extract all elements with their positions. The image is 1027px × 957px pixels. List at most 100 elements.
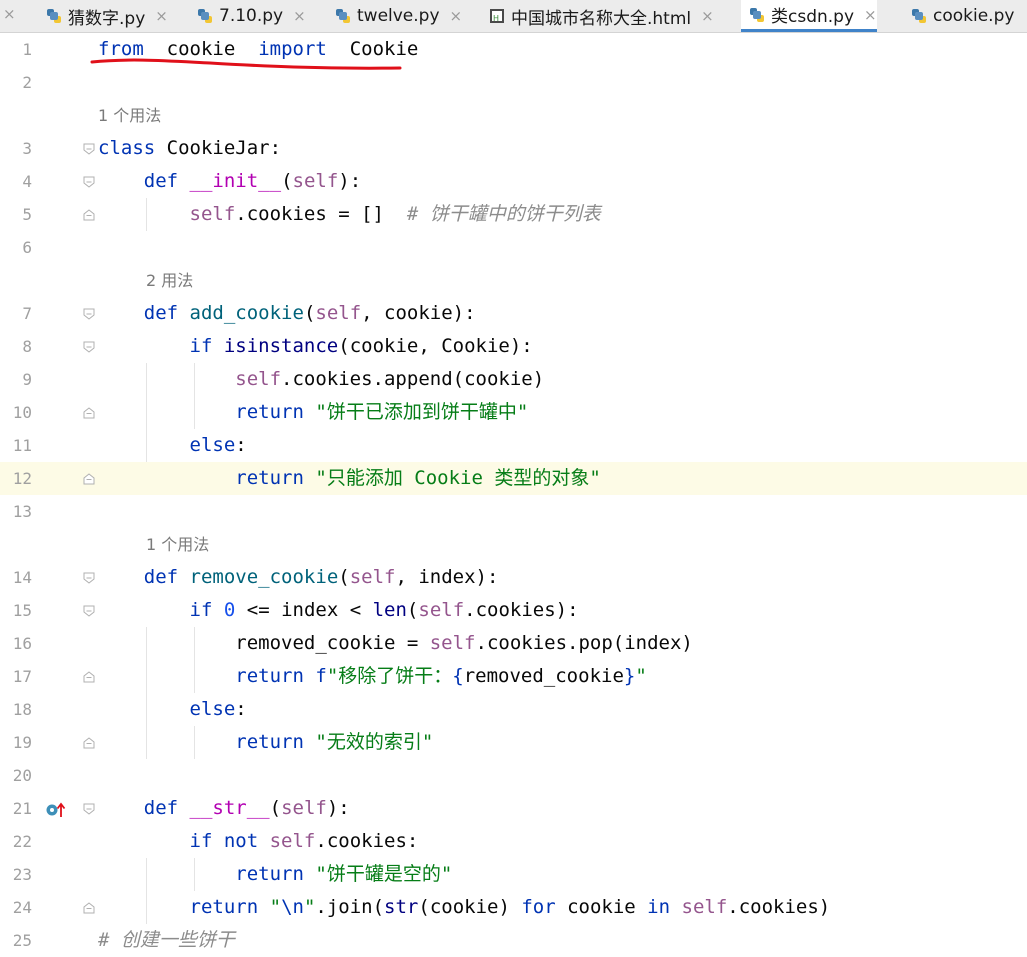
tab-cookie[interactable]: cookie.py bbox=[903, 0, 1014, 32]
fold-end-icon[interactable] bbox=[83, 902, 95, 914]
code-line[interactable]: 10 return "饼干已添加到饼干罐中" bbox=[0, 396, 1027, 429]
code-line[interactable]: 14 def remove_cookie(self, index): bbox=[0, 561, 1027, 594]
code-line[interactable]: 20 bbox=[0, 759, 1027, 792]
code-line[interactable]: 5 self.cookies = [] # 饼干罐中的饼干列表 bbox=[0, 198, 1027, 231]
fold-open-icon[interactable] bbox=[83, 143, 95, 155]
line-number[interactable]: 17 bbox=[0, 660, 32, 693]
code-line[interactable]: 18 else: bbox=[0, 693, 1027, 726]
fold-open-icon[interactable] bbox=[83, 572, 95, 584]
fold-open-icon[interactable] bbox=[83, 176, 95, 188]
close-icon[interactable]: × bbox=[701, 7, 714, 25]
code-token: self bbox=[429, 632, 476, 654]
line-number[interactable]: 18 bbox=[0, 693, 32, 726]
line-number[interactable]: 23 bbox=[0, 858, 32, 891]
code-text[interactable]: self.cookies = [] # 饼干罐中的饼干列表 bbox=[98, 198, 601, 231]
line-number[interactable]: 22 bbox=[0, 825, 32, 858]
code-line[interactable]: 23 return "饼干罐是空的" bbox=[0, 858, 1027, 891]
tab-twelve[interactable]: twelve.py × bbox=[327, 0, 462, 32]
code-text[interactable]: # 创建一些饼干 bbox=[98, 924, 235, 957]
tab-7-10[interactable]: 7.10.py × bbox=[189, 0, 306, 32]
usage-hint[interactable]: 2 用法 bbox=[146, 264, 193, 297]
tab-guess-number[interactable]: 猜数字.py × bbox=[38, 0, 168, 32]
code-line[interactable]: 13 bbox=[0, 495, 1027, 528]
code-token: if not bbox=[189, 830, 259, 852]
code-text[interactable]: removed_cookie = self.cookies.pop(index) bbox=[98, 627, 693, 660]
code-text[interactable]: else: bbox=[98, 693, 247, 726]
line-number[interactable]: 24 bbox=[0, 891, 32, 924]
tab-lei-csdn[interactable]: 类csdn.py × bbox=[741, 0, 877, 32]
line-number[interactable]: 19 bbox=[0, 726, 32, 759]
code-line[interactable]: 8 if isinstance(cookie, Cookie): bbox=[0, 330, 1027, 363]
code-text[interactable]: return f"移除了饼干：{removed_cookie}" bbox=[98, 660, 647, 693]
line-number[interactable]: 21 bbox=[0, 792, 32, 825]
line-number[interactable]: 8 bbox=[0, 330, 32, 363]
code-line[interactable]: 19 return "无效的索引" bbox=[0, 726, 1027, 759]
code-editor[interactable]: 1 个用法 2 用法 1 个用法 1 from cookie import Coo… bbox=[0, 33, 1027, 951]
code-text[interactable]: return "只能添加 Cookie 类型的对象" bbox=[98, 462, 600, 495]
code-text[interactable]: def __str__(self): bbox=[98, 792, 350, 825]
line-number[interactable]: 14 bbox=[0, 561, 32, 594]
code-text[interactable]: class CookieJar: bbox=[98, 132, 281, 165]
line-number[interactable]: 4 bbox=[0, 165, 32, 198]
code-text[interactable]: if isinstance(cookie, Cookie): bbox=[98, 330, 533, 363]
code-text[interactable]: return "饼干罐是空的" bbox=[98, 858, 452, 891]
code-line[interactable]: 3 class CookieJar: bbox=[0, 132, 1027, 165]
code-line[interactable]: 11 else: bbox=[0, 429, 1027, 462]
close-icon[interactable]: × bbox=[155, 7, 168, 25]
line-number[interactable]: 11 bbox=[0, 429, 32, 462]
code-line[interactable]: 17 return f"移除了饼干：{removed_cookie}" bbox=[0, 660, 1027, 693]
line-number[interactable]: 6 bbox=[0, 231, 32, 264]
fold-open-icon[interactable] bbox=[83, 308, 95, 320]
fold-end-icon[interactable] bbox=[83, 671, 95, 683]
code-line[interactable]: 12 return "只能添加 Cookie 类型的对象" bbox=[0, 462, 1027, 495]
fold-end-icon[interactable] bbox=[83, 209, 95, 221]
line-number[interactable]: 10 bbox=[0, 396, 32, 429]
code-text[interactable]: def __init__(self): bbox=[98, 165, 361, 198]
line-number[interactable]: 25 bbox=[0, 924, 32, 957]
line-number[interactable]: 7 bbox=[0, 297, 32, 330]
code-line[interactable]: 9 self.cookies.append(cookie) bbox=[0, 363, 1027, 396]
fold-end-icon[interactable] bbox=[83, 737, 95, 749]
line-number[interactable]: 5 bbox=[0, 198, 32, 231]
line-number[interactable]: 9 bbox=[0, 363, 32, 396]
code-text[interactable]: return "无效的索引" bbox=[98, 726, 433, 759]
close-icon[interactable]: × bbox=[3, 5, 16, 23]
code-text[interactable]: else: bbox=[98, 429, 247, 462]
fold-open-icon[interactable] bbox=[83, 605, 95, 617]
code-text[interactable]: self.cookies.append(cookie) bbox=[98, 363, 544, 396]
fold-end-icon[interactable] bbox=[83, 407, 95, 419]
code-line[interactable]: 15 if 0 <= index < len(self.cookies): bbox=[0, 594, 1027, 627]
line-number[interactable]: 16 bbox=[0, 627, 32, 660]
code-line[interactable]: 25 # 创建一些饼干 bbox=[0, 924, 1027, 957]
code-line[interactable]: 22 if not self.cookies: bbox=[0, 825, 1027, 858]
line-number[interactable]: 12 bbox=[0, 462, 32, 495]
code-line[interactable]: 6 bbox=[0, 231, 1027, 264]
code-text[interactable]: return "饼干已添加到饼干罐中" bbox=[98, 396, 528, 429]
code-line[interactable]: 4 def __init__(self): bbox=[0, 165, 1027, 198]
code-line[interactable]: 21 def __str__(self): bbox=[0, 792, 1027, 825]
usage-hint[interactable]: 1 个用法 bbox=[98, 99, 161, 132]
line-number[interactable]: 20 bbox=[0, 759, 32, 792]
line-number[interactable]: 1 bbox=[0, 33, 32, 66]
code-line[interactable]: 16 removed_cookie = self.cookies.pop(ind… bbox=[0, 627, 1027, 660]
line-number[interactable]: 13 bbox=[0, 495, 32, 528]
line-number[interactable]: 15 bbox=[0, 594, 32, 627]
code-text[interactable]: def remove_cookie(self, index): bbox=[98, 561, 499, 594]
usage-hint[interactable]: 1 个用法 bbox=[146, 528, 209, 561]
code-line[interactable]: 24 return "\n".join(str(cookie) for cook… bbox=[0, 891, 1027, 924]
line-number[interactable]: 2 bbox=[0, 66, 32, 99]
code-text[interactable]: return "\n".join(str(cookie) for cookie … bbox=[98, 891, 831, 924]
close-icon[interactable]: × bbox=[450, 7, 463, 25]
fold-open-icon[interactable] bbox=[83, 803, 95, 815]
close-icon[interactable]: × bbox=[864, 6, 877, 24]
code-text[interactable]: if 0 <= index < len(self.cookies): bbox=[98, 594, 579, 627]
code-line[interactable]: 7 def add_cookie(self, cookie): bbox=[0, 297, 1027, 330]
tab-china-cities-html[interactable]: H 中国城市名称大全.html × bbox=[481, 0, 714, 32]
fold-end-icon[interactable] bbox=[83, 473, 95, 485]
line-number[interactable]: 3 bbox=[0, 132, 32, 165]
fold-open-icon[interactable] bbox=[83, 341, 95, 353]
close-icon[interactable]: × bbox=[293, 7, 306, 25]
code-text[interactable]: def add_cookie(self, cookie): bbox=[98, 297, 476, 330]
code-text[interactable]: if not self.cookies: bbox=[98, 825, 419, 858]
